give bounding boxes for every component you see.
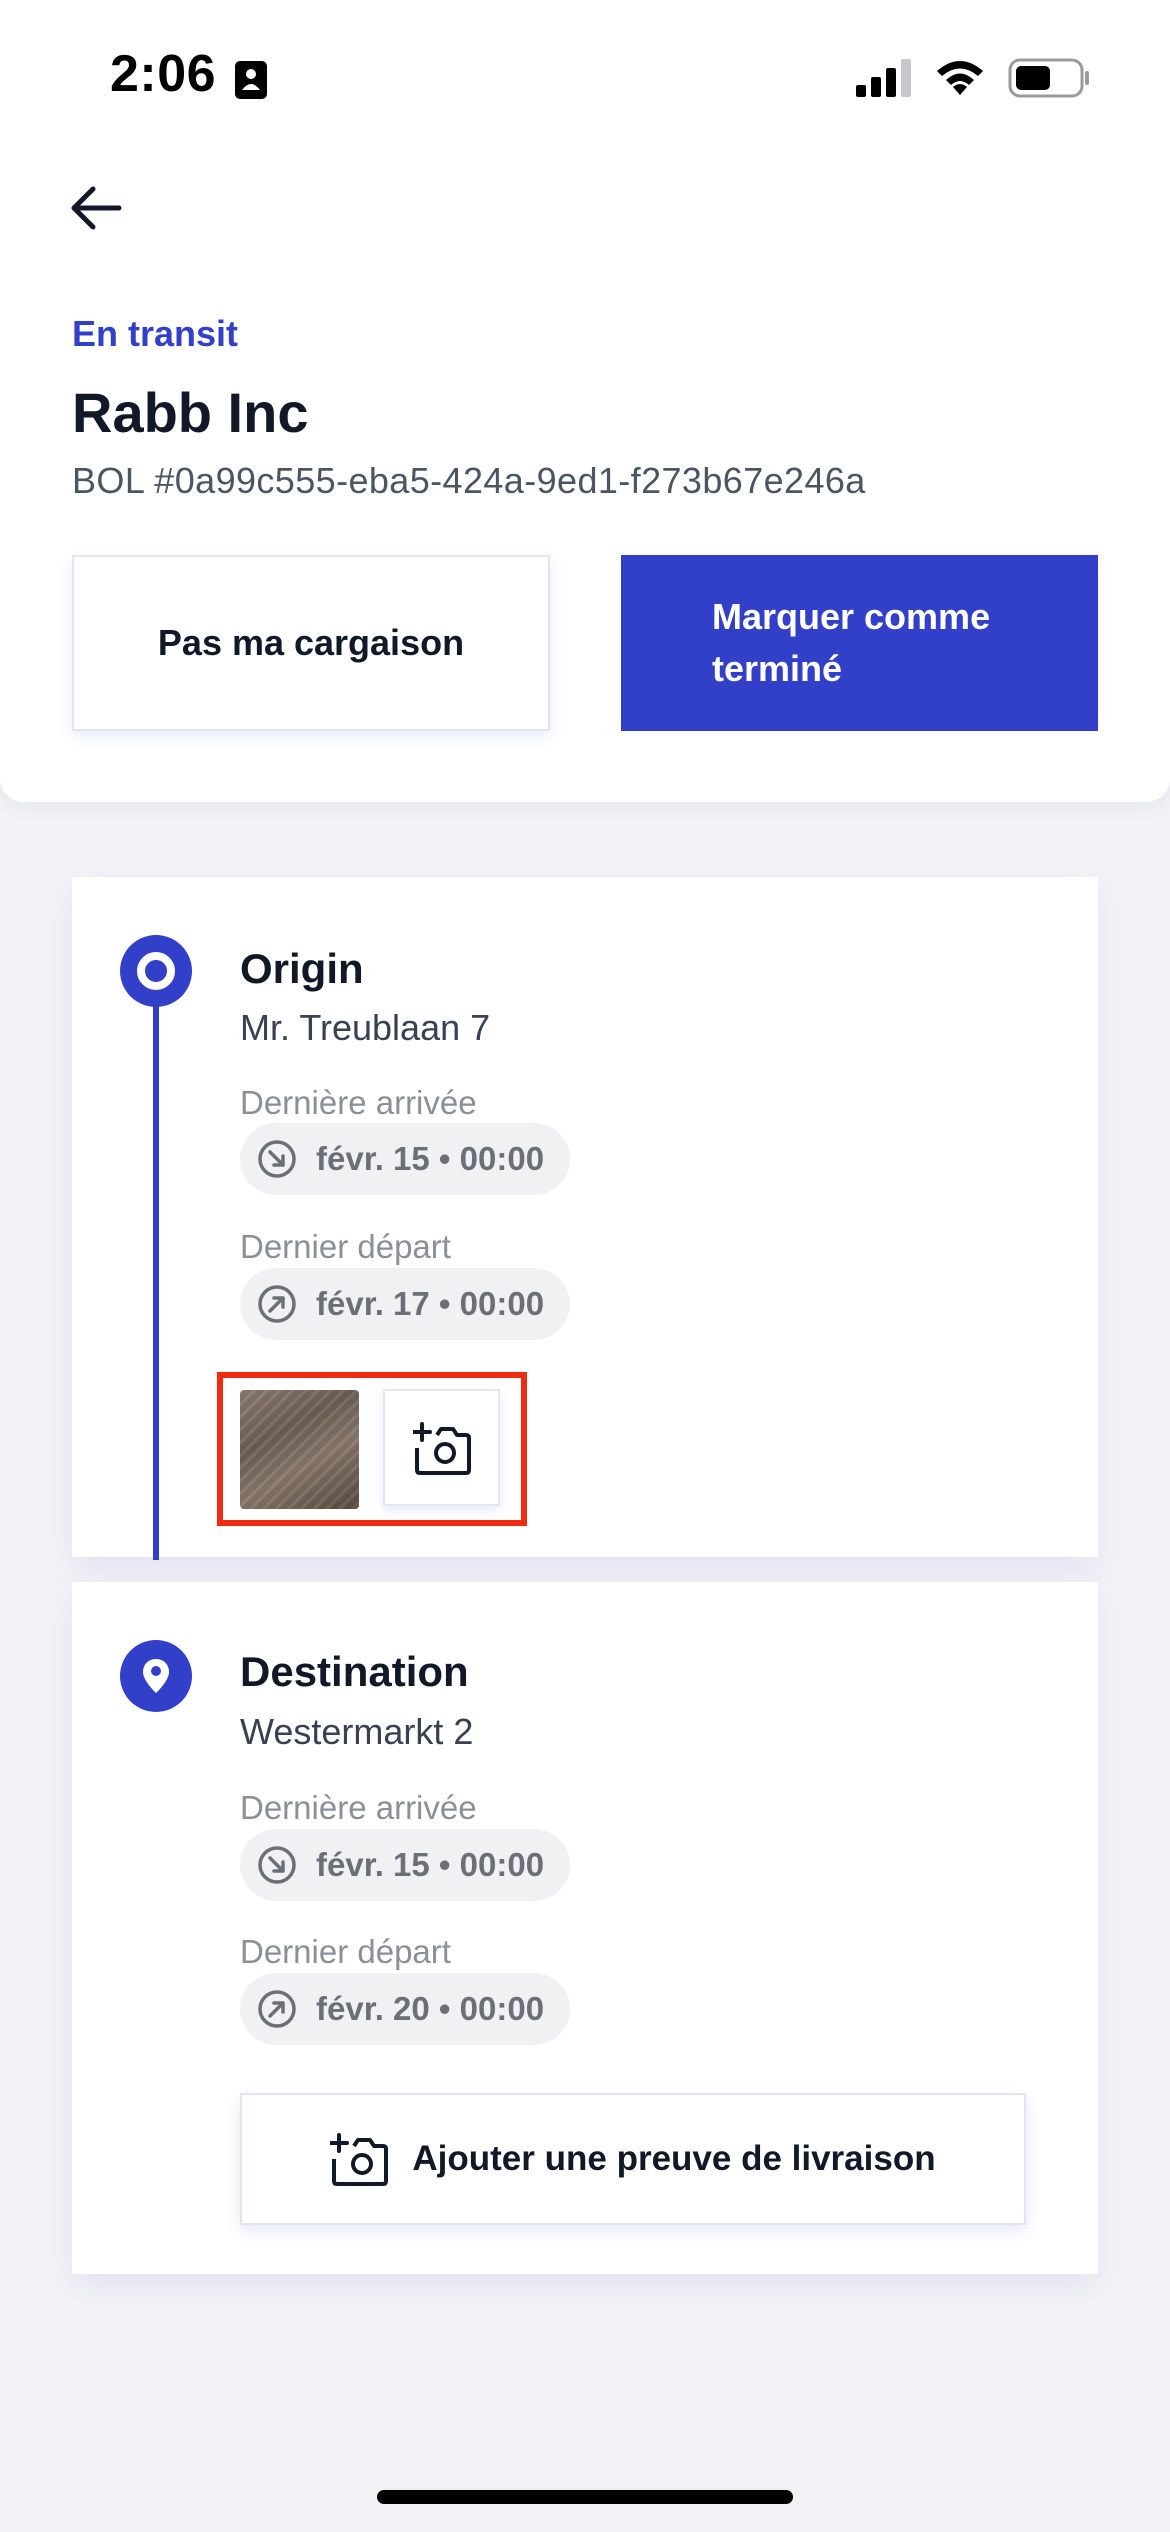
destination-arrival-time: févr. 15 • 00:00 [240,1829,571,1901]
timeline-connector [153,975,159,1560]
arrow-left-icon [71,186,122,230]
arrow-up-right-circle-icon [258,1285,296,1323]
destination-arrival-label: Dernière arrivée [240,1789,477,1826]
origin-arrival-label: Dernière arrivée [240,1084,477,1121]
origin-departure-value: févr. 17 • 00:00 [316,1285,545,1322]
origin-arrival-value: févr. 15 • 00:00 [316,1140,545,1177]
origin-departure-label: Dernier départ [240,1228,451,1265]
arrow-down-right-circle-icon [258,1140,296,1178]
origin-departure-time: févr. 17 • 00:00 [240,1268,571,1340]
origin-circle-icon [137,952,175,990]
destination-arrival-value: févr. 15 • 00:00 [316,1846,545,1883]
wifi-icon [937,61,983,95]
destination-departure-value: févr. 20 • 00:00 [316,1990,545,2027]
add-photo-button[interactable] [383,1389,500,1506]
origin-arrival-time: févr. 15 • 00:00 [240,1123,571,1195]
add-delivery-proof-button[interactable]: Ajouter une preuve de livraison [240,2093,1026,2225]
photo-thumbnail[interactable] [240,1390,359,1509]
cellular-signal-icon [856,59,911,97]
destination-address: Westermarkt 2 [240,1711,474,1752]
not-my-load-button[interactable]: Pas ma cargaison [72,555,550,731]
back-button[interactable] [64,176,128,240]
map-pin-icon [143,1659,169,1693]
camera-plus-icon [330,2133,389,2186]
destination-departure-time: févr. 20 • 00:00 [240,1973,571,2045]
status-bar-indicators [856,56,1090,100]
origin-address: Mr. Treublaan 7 [240,1007,491,1048]
origin-title: Origin [240,945,364,992]
shipment-status: En transit [72,313,239,354]
destination-node [120,1640,192,1712]
status-bar-time: 2:06 [110,45,217,103]
camera-plus-icon [412,1421,471,1475]
mark-complete-button[interactable]: Marquer comme terminé [621,555,1098,731]
not-my-load-label: Pas ma cargaison [157,622,465,663]
bol-number: BOL #0a99c555-eba5-424a-9ed1-f273b67e246… [72,460,866,501]
add-delivery-proof-label: Ajouter une preuve de livraison [412,2139,936,2178]
arrow-down-right-circle-icon [258,1846,296,1884]
battery-icon [1008,58,1089,98]
home-indicator [377,2490,793,2504]
arrow-up-right-circle-icon [258,1990,296,2028]
company-name: Rabb Inc [72,381,309,444]
mark-complete-label: Marquer comme terminé [712,596,991,689]
id-card-icon [235,61,267,99]
destination-departure-label: Dernier départ [240,1933,451,1970]
origin-node [120,935,192,1007]
destination-title: Destination [240,1648,469,1695]
